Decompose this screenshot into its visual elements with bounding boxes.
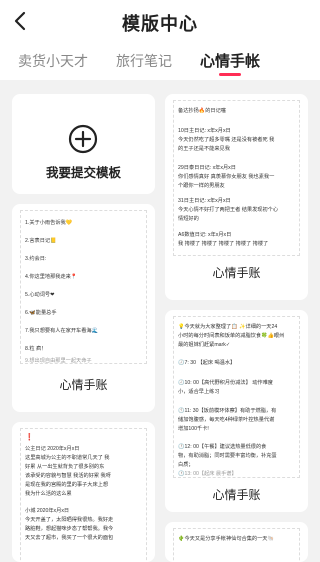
template-title: 心情手账 bbox=[59, 378, 108, 392]
preview-line: 我为什么活的这么累 bbox=[25, 491, 72, 497]
preview-line: 🕚11: 30【饭前模环体察】有助于燃脂，有 bbox=[178, 408, 277, 414]
template-card[interactable]: 备达抄扬🔥的日记噻 10日主日记: x年x月x日 今天仍然吃了超多零嘴 还是没有… bbox=[165, 94, 308, 300]
preview-line: 好累 从一出生就背负了很多别的东 bbox=[25, 464, 105, 470]
preview-line: 增加100千卡! bbox=[178, 426, 209, 432]
preview-line: 个跟你一样的男朋友 bbox=[178, 183, 225, 189]
preview-line: 8.粒 疯！ bbox=[25, 346, 47, 352]
template-title: 心情手账 bbox=[212, 488, 261, 502]
preview-line: 天又去了超市，我买了一个很大的面包 bbox=[25, 535, 114, 541]
template-card[interactable]: ❗ 公主日记 2020年x月x日 这里高城为公主的不职道常几天了 我 好累 从一… bbox=[12, 422, 155, 562]
submit-template-card[interactable]: 我要提交模板 bbox=[12, 94, 155, 194]
preview-line: 💡今天就为大家整理了📋 ✨详细的一天24 bbox=[178, 324, 278, 330]
preview-line: 4.你这里地那我走来📍 bbox=[25, 274, 78, 280]
template-preview: 🌵今天又是分享手帐神仙句合集的一天🐚 bbox=[173, 528, 300, 562]
active-tab-indicator bbox=[219, 73, 241, 76]
preview-line: 情短好的 bbox=[178, 216, 199, 222]
top-bar: 模版中心 bbox=[0, 0, 320, 42]
preview-line: 白质； bbox=[178, 462, 194, 468]
preview-line: 今天开盖了，太阳晒得我很热。我好走 bbox=[25, 517, 114, 523]
preview-line: 今天仍然吃了超多零嘴 还是没有被者死 我 bbox=[178, 137, 275, 143]
preview-line: 29日泰日日记: x年x月x日 bbox=[178, 165, 236, 171]
template-preview: ❗ 公主日记 2020年x月x日 这里高城为公主的不职道常几天了 我 好累 从一… bbox=[20, 428, 147, 562]
preview-line: 🕛12: 00【午餐】建议选热量低很的食 bbox=[178, 444, 267, 450]
tab-mood-journal[interactable]: 心情手帐 bbox=[200, 50, 260, 71]
preview-line: 31日主日记: x年x月x日 bbox=[178, 198, 231, 204]
template-preview: 💡今天就为大家整理了📋 ✨详细的一天24 小时的每分时间表和饭单的减脂饮食🍀👍眼… bbox=[173, 316, 300, 478]
template-preview: 备达抄扬🔥的日记噻 10日主日记: x年x月x日 今天仍然吃了超多零嘴 还是没有… bbox=[173, 100, 300, 256]
template-card[interactable]: 1.关于小雨告诉我💛 2.言表日记📒 3.约会日: 4.你这里地那我走来📍 5.… bbox=[12, 204, 155, 412]
plus-circle-icon bbox=[68, 124, 98, 154]
submit-template-label: 我要提交模板 bbox=[45, 166, 121, 180]
preview-line: 你们感情真好 真羡慕你女朋友 我也素我一 bbox=[178, 174, 275, 180]
template-card[interactable]: 🌵今天又是分享手帐神仙句合集的一天🐚 bbox=[165, 522, 308, 562]
preview-line: 🌵今天又是分享手帐神仙句合集的一天🐚 bbox=[178, 536, 274, 542]
preview-line: 是现在我的宫殿的里的事子大床上想 bbox=[25, 482, 109, 488]
preview-line: A6数值日记: x年x月x日 bbox=[178, 232, 232, 238]
preview-line: 储加饱腹感，每天吃4种绿茶叶控热量代谢 bbox=[178, 417, 275, 423]
page-title: 模版中心 bbox=[122, 14, 198, 34]
preview-line: 5.心动词号❤ bbox=[25, 292, 55, 298]
preview-line: 小，适合早上练习 bbox=[178, 389, 220, 395]
preview-line: 6.🦋能量总手 bbox=[25, 310, 57, 316]
template-title: 心情手账 bbox=[212, 266, 261, 280]
preview-line: 最的姐妹们赶紧mark✓ bbox=[178, 342, 231, 348]
preview-line: 🕐13: 00【起床 晨手谱】 bbox=[178, 471, 237, 477]
preview-line: 1.关于小雨告诉我💛 bbox=[25, 220, 73, 226]
preview-line: ❗ bbox=[25, 434, 34, 441]
preview-line: 9.想出现自由那里一起天命子 bbox=[25, 358, 92, 364]
preview-line: 备达抄扬🔥的日记噻 bbox=[178, 108, 226, 114]
template-preview: 1.关于小雨告诉我💛 2.言表日记📒 3.约会日: 4.你这里地那我走来📍 5.… bbox=[20, 210, 147, 364]
preview-line: 7.我只想要有人在家开车看海🌊 bbox=[25, 328, 99, 334]
preview-line: 今天心情不好打了两把王者 结果发现初个心 bbox=[178, 207, 279, 213]
preview-line: 物，有助消脂；同时需要丰富均衡，补充蛋 bbox=[178, 453, 277, 459]
preview-line: 公主日记 2020年x月x日 bbox=[25, 446, 80, 452]
preview-line: 这里高城为公主的不职道常几天了 我 bbox=[25, 455, 110, 461]
tab-travel-notes[interactable]: 旅行笔记 bbox=[116, 51, 172, 71]
template-card[interactable]: 💡今天就为大家整理了📋 ✨详细的一天24 小时的每分时间表和饭单的减脂饮食🍀👍眼… bbox=[165, 310, 308, 512]
preview-line: 3.约会日: bbox=[25, 256, 47, 262]
tab-bar: 卖货小天才 旅行笔记 心情手帐 bbox=[0, 42, 320, 80]
preview-line: 🕘10: 00【高代野积月份减法】 动作难度 bbox=[178, 380, 273, 386]
tab-sell-genius[interactable]: 卖货小天才 bbox=[18, 51, 88, 71]
preview-line: 小时的每分时间表和饭单的减脂饮食🍀👍眼州 bbox=[178, 333, 285, 339]
preview-line: 路脏鞋，想起猫咪步态了帮帮我。我今 bbox=[25, 526, 114, 532]
preview-line: 该承受的容貌与智慧 我活的好累 我呀 bbox=[25, 473, 111, 479]
preview-line: 10日主日记: x年x月x日 bbox=[178, 128, 231, 134]
preview-line: 小城 2020年x月x日 bbox=[25, 508, 70, 514]
preview-line: 我 挎楼了 挎楼了 挎楼了 挎楼了 挎楼了 bbox=[178, 241, 269, 247]
preview-line: 2.言表日记📒 bbox=[25, 238, 57, 244]
preview-line: 🕖7: 30 【起床 喝温水】 bbox=[178, 360, 236, 366]
preview-line: 的王子还是不能来见我 bbox=[178, 146, 230, 152]
